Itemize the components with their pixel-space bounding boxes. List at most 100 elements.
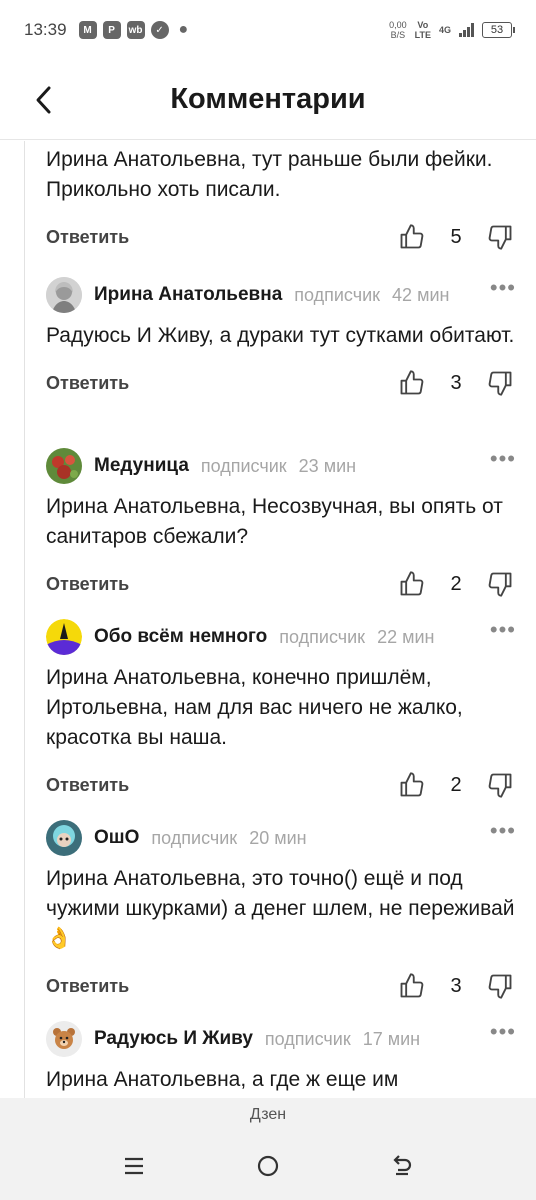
votes: 3 bbox=[396, 367, 516, 399]
comment: Ирина Анатольевна, тут раньше были фейки… bbox=[46, 145, 516, 255]
signal-icon bbox=[459, 23, 474, 37]
votes: 2 bbox=[396, 769, 516, 801]
back-button[interactable] bbox=[26, 82, 62, 118]
author-name[interactable]: ОшО bbox=[94, 827, 139, 849]
like-button[interactable] bbox=[396, 221, 428, 253]
comment-time: 20 мин bbox=[249, 827, 307, 848]
thumbs-down-icon bbox=[488, 371, 512, 396]
network-speed-value: 0,00 bbox=[389, 20, 407, 30]
thumbs-up-icon bbox=[400, 370, 424, 395]
like-button[interactable] bbox=[396, 367, 428, 399]
network-speed-unit: B/S bbox=[390, 30, 406, 40]
ok-hand-emoji: 👌 bbox=[46, 927, 73, 950]
reply-button[interactable]: Ответить bbox=[46, 227, 129, 248]
wb-notification-icon: wb bbox=[126, 21, 145, 39]
comment-header: Обо всём немного подписчик 22 мин ••• bbox=[46, 619, 516, 655]
more-options-button[interactable]: ••• bbox=[490, 1021, 516, 1051]
status-time: 13:39 bbox=[24, 20, 67, 39]
like-button[interactable] bbox=[396, 970, 428, 1002]
comment-text: Ирина Анатольевна, конечно пришлём, Ирто… bbox=[46, 666, 463, 749]
comment: ОшО подписчик 20 мин ••• Ирина Анатольев… bbox=[46, 820, 516, 1004]
dislike-button[interactable] bbox=[484, 568, 516, 600]
author-name[interactable]: Радуюсь И Живу bbox=[94, 1028, 253, 1050]
user-avatar-icon bbox=[46, 277, 82, 313]
thumbs-down-icon bbox=[488, 572, 512, 597]
status-bar: 13:39 M P wb ✓ ● 0,00 B/S Vo LTE 4G 53 bbox=[0, 0, 536, 60]
thumbs-up-icon bbox=[400, 224, 424, 249]
comment-actions: Ответить 5 bbox=[46, 219, 516, 255]
comments-list[interactable]: Ирина Анатольевна, тут раньше были фейки… bbox=[0, 141, 536, 1098]
comment: Обо всём немного подписчик 22 мин ••• Ир… bbox=[46, 619, 516, 803]
comment-text-body: Ирина Анатольевна, это точно() ещё и под… bbox=[46, 867, 515, 920]
avatar[interactable] bbox=[46, 277, 82, 313]
comment-header: Медуница подписчик 23 мин ••• bbox=[46, 448, 516, 484]
dislike-button[interactable] bbox=[484, 221, 516, 253]
avatar[interactable] bbox=[46, 619, 82, 655]
thumbs-up-icon bbox=[400, 571, 424, 596]
votes: 3 bbox=[396, 970, 516, 1002]
thumbs-up-icon bbox=[400, 772, 424, 797]
comment-header: Радуюсь И Живу подписчик 17 мин ••• bbox=[46, 1021, 516, 1057]
like-count: 5 bbox=[450, 225, 462, 248]
dislike-button[interactable] bbox=[484, 769, 516, 801]
like-button[interactable] bbox=[396, 769, 428, 801]
author-name[interactable]: Обо всём немного bbox=[94, 626, 267, 648]
thumbs-down-icon bbox=[488, 773, 512, 798]
comment: Ирина Анатольевна подписчик 42 мин ••• Р… bbox=[46, 277, 516, 401]
like-count: 2 bbox=[450, 773, 462, 796]
home-button[interactable] bbox=[248, 1146, 288, 1186]
comment-text: Ирина Анатольевна, тут раньше были фейки… bbox=[46, 148, 493, 201]
like-button[interactable] bbox=[396, 568, 428, 600]
volte-bottom: LTE bbox=[414, 30, 431, 40]
comment-text: Ирина Анатольевна, Несозвучная, вы опять… bbox=[46, 495, 503, 548]
more-options-button[interactable]: ••• bbox=[490, 619, 516, 649]
comment-actions: Ответить 2 bbox=[46, 767, 516, 803]
comment-actions: Ответить 3 bbox=[46, 968, 516, 1004]
more-options-button[interactable]: ••• bbox=[490, 820, 516, 850]
reply-button[interactable]: Ответить bbox=[46, 574, 129, 595]
comment-time: 42 мин bbox=[392, 284, 450, 305]
votes: 5 bbox=[396, 221, 516, 253]
chevron-left-icon bbox=[36, 86, 51, 114]
home-circle-icon bbox=[257, 1155, 279, 1177]
reply-button[interactable]: Ответить bbox=[46, 373, 129, 394]
reply-button[interactable]: Ответить bbox=[46, 775, 129, 796]
recent-apps-button[interactable] bbox=[114, 1146, 154, 1186]
parking-notification-icon: P bbox=[102, 21, 121, 39]
dislike-button[interactable] bbox=[484, 970, 516, 1002]
back-nav-button[interactable] bbox=[382, 1146, 422, 1186]
avatar[interactable] bbox=[46, 1021, 82, 1057]
bear-avatar-icon bbox=[46, 1021, 82, 1057]
thumbs-down-icon bbox=[488, 974, 512, 999]
thread-line bbox=[24, 141, 25, 1098]
avatar[interactable] bbox=[46, 820, 82, 856]
more-options-button[interactable]: ••• bbox=[490, 448, 516, 478]
thumbs-up-icon bbox=[400, 973, 424, 998]
author-name[interactable]: Медуница bbox=[94, 455, 189, 477]
votes: 2 bbox=[396, 568, 516, 600]
network-speed: 0,00 B/S bbox=[389, 20, 407, 40]
subscriber-badge: подписчик bbox=[200, 455, 287, 476]
like-count: 3 bbox=[450, 974, 462, 997]
dislike-button[interactable] bbox=[484, 367, 516, 399]
volte-indicator: Vo LTE bbox=[415, 20, 431, 40]
user-avatar-icon bbox=[46, 448, 82, 484]
author-name[interactable]: Ирина Анатольевна bbox=[94, 284, 282, 306]
comment: Медуница подписчик 23 мин ••• Ирина Анат… bbox=[46, 448, 516, 602]
back-arrow-icon bbox=[393, 1155, 412, 1176]
subscriber-badge: подписчик bbox=[151, 827, 238, 848]
comment-time: 23 мин bbox=[298, 455, 357, 476]
battery-icon: 53 bbox=[482, 22, 515, 38]
volte-top: Vo bbox=[417, 20, 429, 30]
more-notifications-icon: ● bbox=[178, 21, 189, 38]
avatar[interactable] bbox=[46, 448, 82, 484]
comment-time: 22 мин bbox=[377, 626, 435, 647]
comment-text: Радуюсь И Живу, а дураки тут сутками оби… bbox=[46, 324, 515, 347]
menu-icon bbox=[125, 1157, 143, 1175]
more-options-button[interactable]: ••• bbox=[490, 277, 516, 307]
comment-text: Ирина Анатольевна, это точно() ещё и под… bbox=[46, 864, 516, 954]
reply-button[interactable]: Ответить bbox=[46, 976, 129, 997]
thumbs-down-icon bbox=[488, 225, 512, 250]
comment-header: Ирина Анатольевна подписчик 42 мин ••• bbox=[46, 277, 516, 313]
subscriber-badge: подписчик bbox=[264, 1028, 351, 1049]
